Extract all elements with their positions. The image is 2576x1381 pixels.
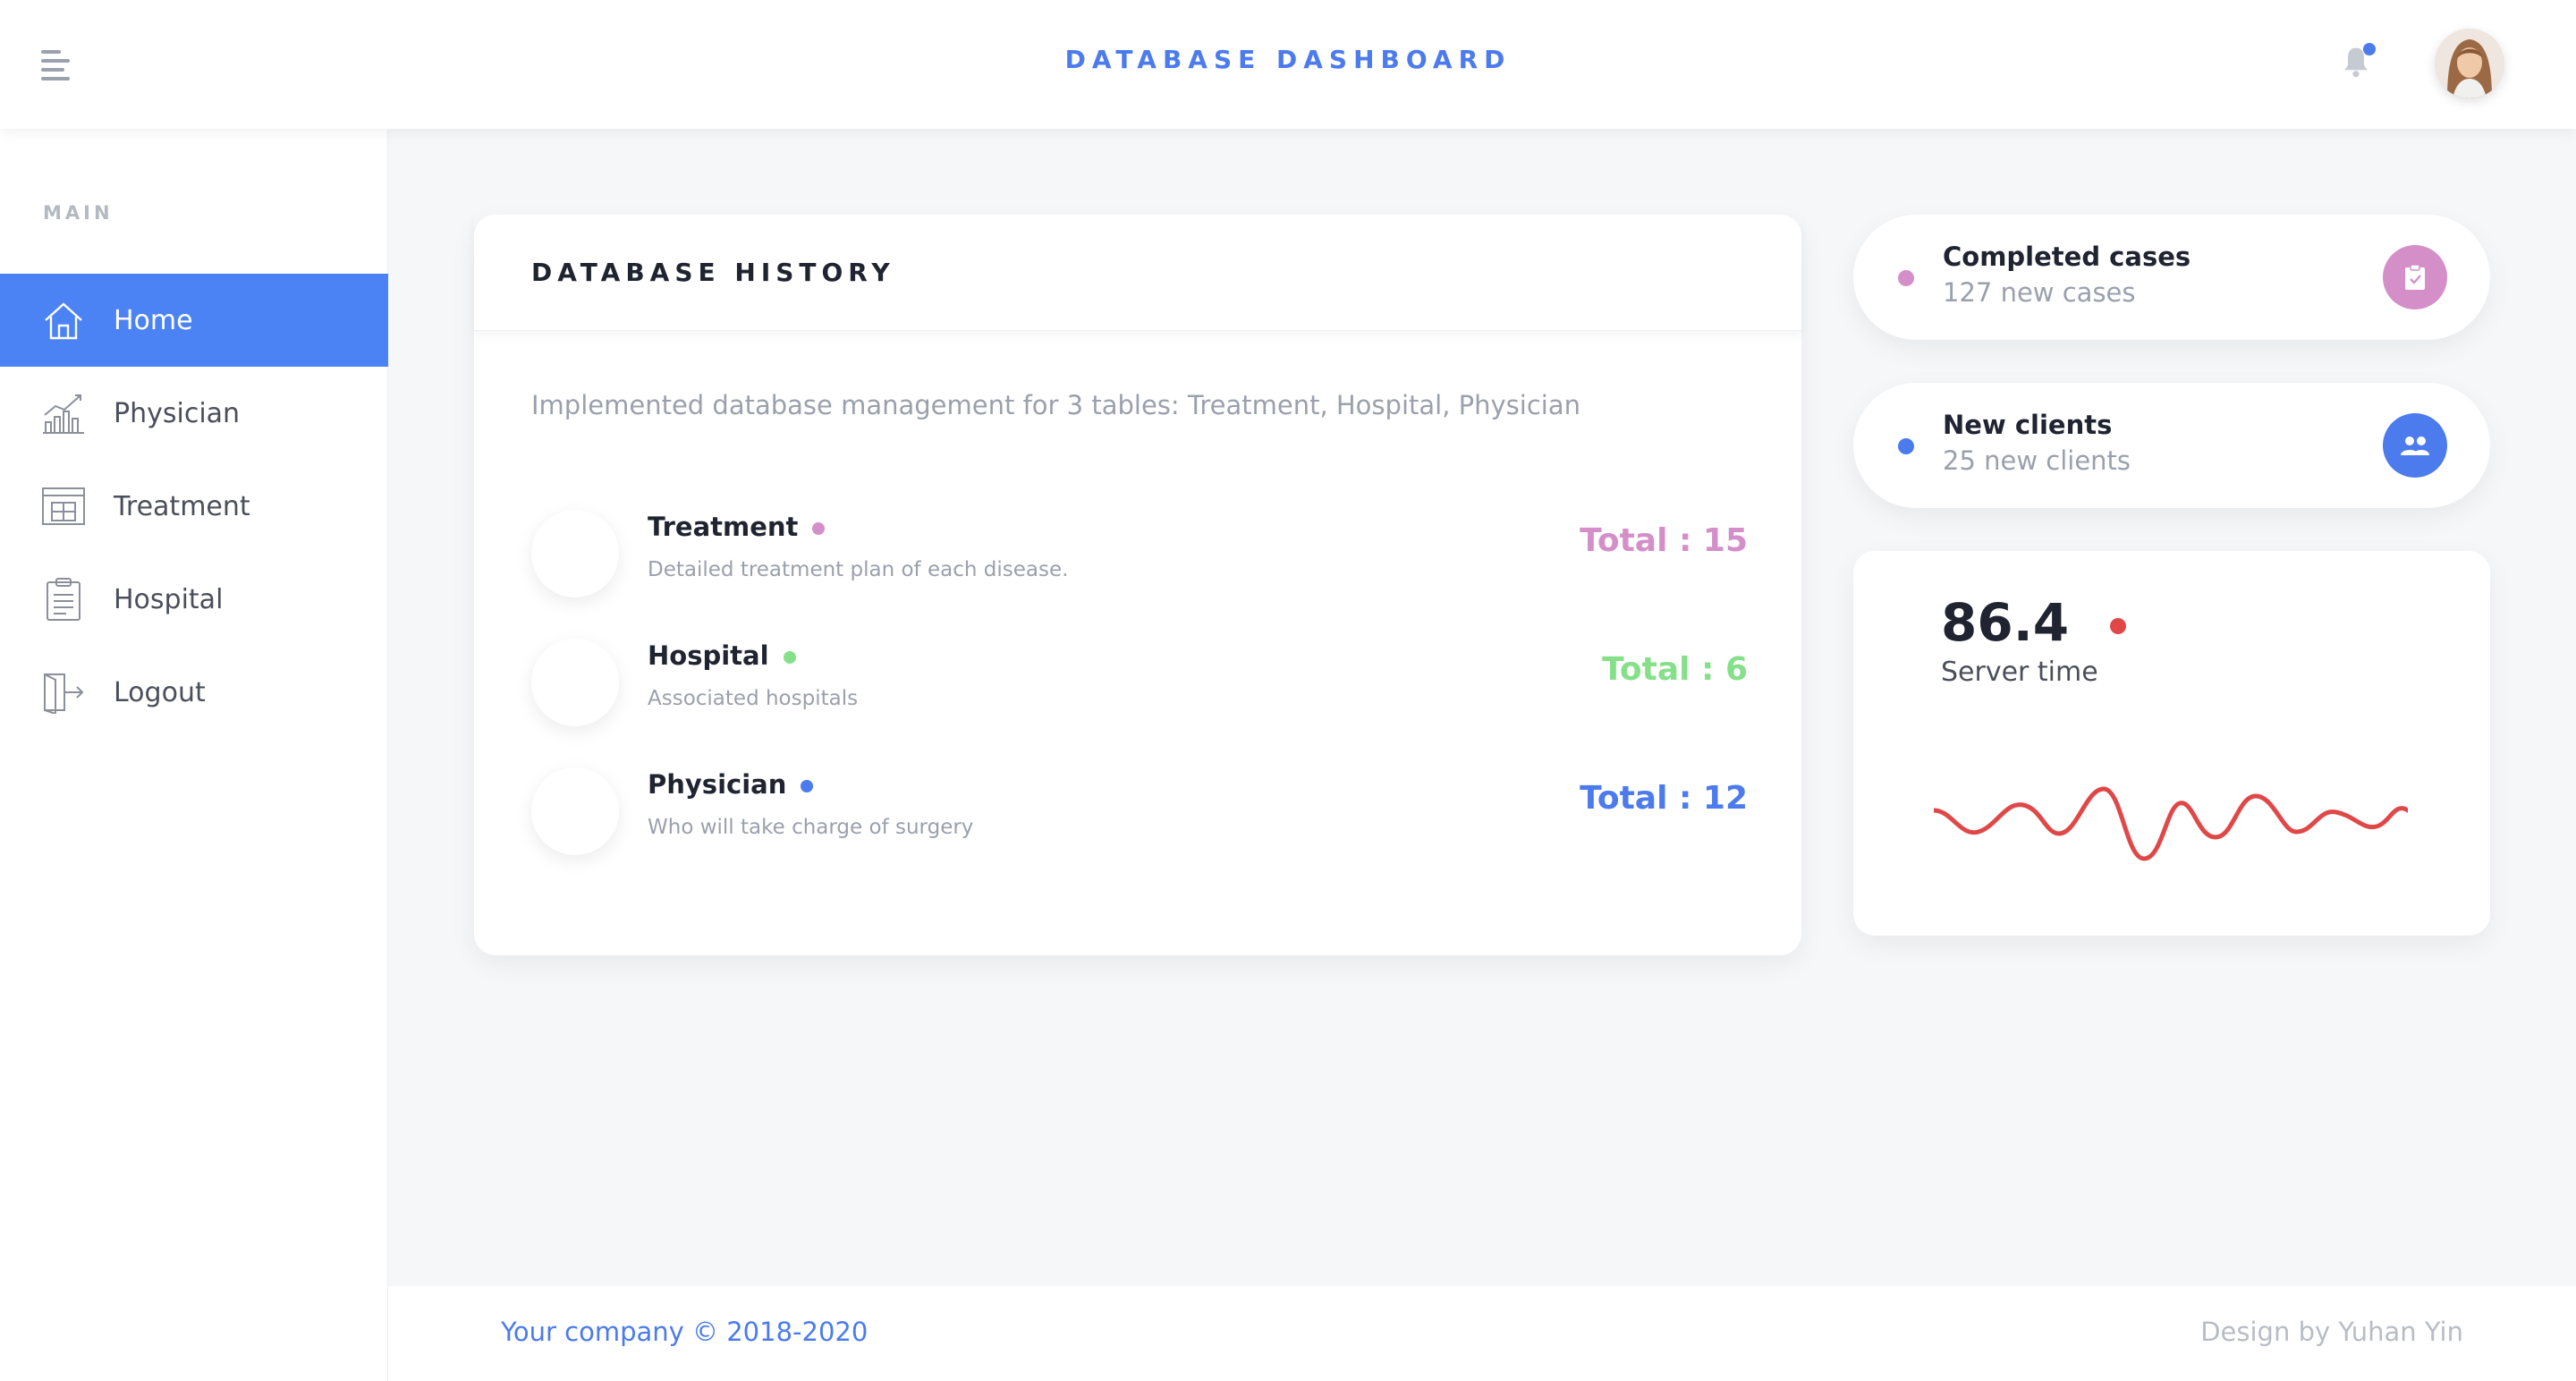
design-credit: Design by Yuhan Yin	[2200, 1317, 2463, 1347]
home-icon	[40, 297, 87, 343]
item-total: Total : 6	[1602, 651, 1748, 688]
user-avatar[interactable]	[2435, 29, 2504, 98]
status-dot	[783, 651, 796, 664]
item-avatar	[531, 767, 619, 855]
list-item-hospital[interactable]: Hospital Associated hospitals Total : 6	[531, 639, 1748, 728]
card-description: Implemented database management for 3 ta…	[531, 390, 1580, 420]
sidebar-item-label: Home	[114, 304, 193, 336]
list-item-physician[interactable]: Physician Who will take charge of surger…	[531, 767, 1748, 857]
status-dot	[1898, 270, 1914, 286]
stat-title: New clients	[1943, 410, 2113, 440]
status-dot	[812, 522, 826, 535]
sidebar-section-label: MAIN	[43, 202, 114, 224]
item-subtitle: Who will take charge of surgery	[648, 816, 974, 839]
database-history-card: DATABASE HISTORY Implemented database ma…	[474, 215, 1801, 955]
completed-cases-card: Completed cases 127 new cases	[1853, 215, 2490, 340]
item-avatar	[531, 639, 619, 726]
copyright-link[interactable]: Your company © 2018-2020	[501, 1317, 868, 1347]
list-item-treatment[interactable]: Treatment Detailed treatment plan of eac…	[531, 510, 1748, 599]
item-title: Hospital	[648, 640, 769, 671]
users-icon[interactable]	[2383, 413, 2447, 478]
sidebar-item-label: Logout	[114, 676, 206, 708]
top-bar: DATABASE DASHBOARD	[0, 0, 2576, 129]
item-avatar	[531, 510, 619, 597]
server-sparkline	[1934, 786, 2408, 861]
item-total: Total : 12	[1580, 780, 1748, 817]
clipboard-check-icon[interactable]	[2383, 245, 2447, 309]
item-title: Treatment	[648, 512, 799, 542]
sidebar-item-physician[interactable]: Physician	[0, 367, 388, 460]
notification-bell-icon[interactable]	[2340, 43, 2376, 80]
status-dot	[2110, 617, 2127, 634]
stat-subtitle: 127 new cases	[1943, 277, 2136, 308]
status-dot	[801, 780, 814, 792]
item-title: Physician	[648, 769, 787, 800]
sidebar-item-hospital[interactable]: Hospital	[0, 553, 388, 646]
sidebar-item-label: Physician	[114, 397, 241, 429]
server-value: 86.4	[1941, 592, 2127, 653]
server-time-card: 86.4 Server time	[1853, 551, 2490, 936]
notification-dot	[2363, 43, 2376, 55]
logout-icon	[40, 669, 87, 716]
stat-title: Completed cases	[1943, 241, 2191, 272]
sidebar: MAIN Home Physician Treatment Hospital L…	[0, 129, 388, 1381]
card-title: DATABASE HISTORY	[474, 215, 1801, 331]
status-dot	[1898, 438, 1914, 454]
sidebar-item-logout[interactable]: Logout	[0, 646, 388, 739]
chart-icon	[40, 390, 87, 436]
sidebar-item-home[interactable]: Home	[0, 274, 388, 367]
sidebar-item-treatment[interactable]: Treatment	[0, 460, 388, 553]
item-subtitle: Detailed treatment plan of each disease.	[648, 558, 1069, 581]
sidebar-item-label: Hospital	[114, 583, 224, 615]
stat-subtitle: 25 new clients	[1943, 445, 2131, 476]
server-label: Server time	[1941, 657, 2098, 688]
item-total: Total : 15	[1580, 522, 1748, 559]
table-icon	[40, 483, 87, 530]
app-title: DATABASE DASHBOARD	[1064, 45, 1512, 74]
new-clients-card: New clients 25 new clients	[1853, 383, 2490, 508]
sidebar-item-label: Treatment	[114, 490, 250, 522]
item-subtitle: Associated hospitals	[648, 687, 859, 710]
footer: Your company © 2018-2020 Design by Yuhan…	[388, 1286, 2576, 1381]
clipboard-icon	[40, 576, 87, 623]
